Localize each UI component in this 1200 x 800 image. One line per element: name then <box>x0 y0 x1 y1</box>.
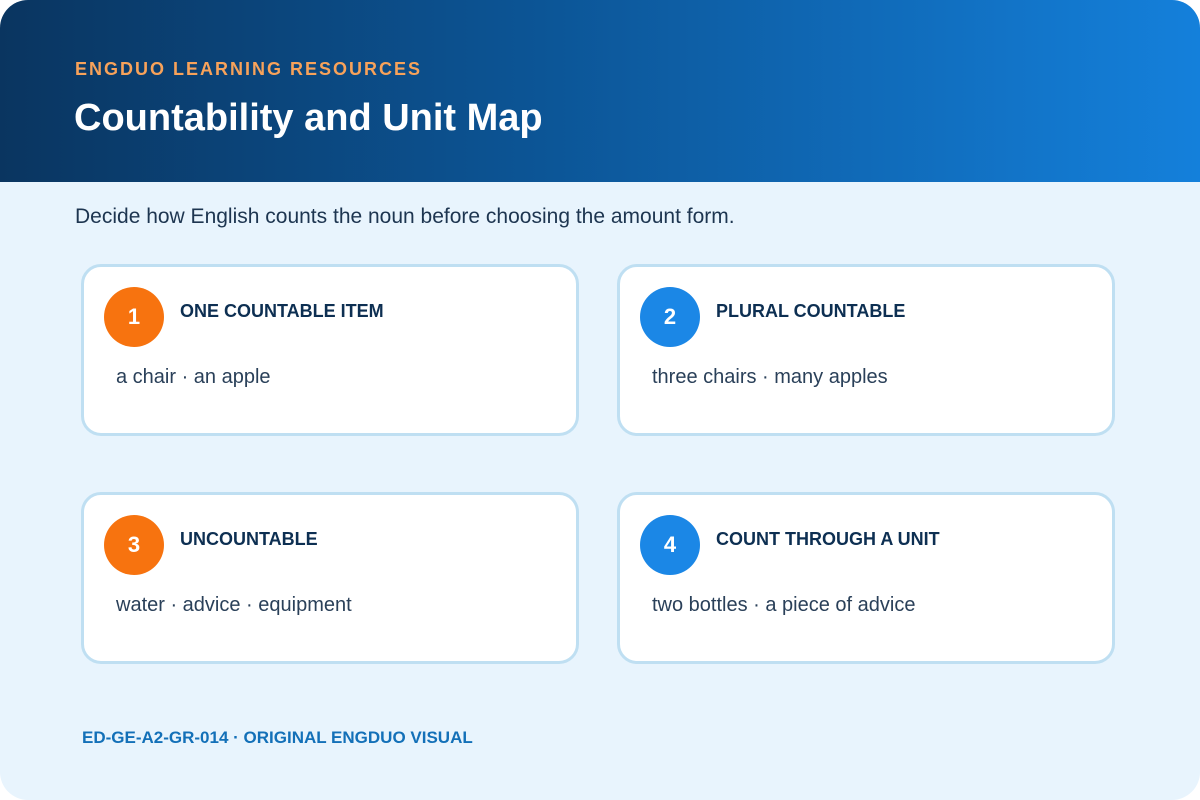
category-card-uncountable: 3 UNCOUNTABLE water · advice · equipment <box>81 492 579 664</box>
step-badge: 2 <box>640 287 700 347</box>
intro-text: Decide how English counts the noun befor… <box>75 205 735 228</box>
footer-code: ED-GE-A2-GR-014 · ORIGINAL ENGDUO VISUAL <box>82 728 473 747</box>
step-badge: 3 <box>104 515 164 575</box>
step-badge: 1 <box>104 287 164 347</box>
header-banner: ENGDUO LEARNING RESOURCES Countability a… <box>0 0 1200 182</box>
card-examples: a chair · an apple <box>116 366 271 388</box>
card-examples: water · advice · equipment <box>116 594 352 616</box>
resource-card: ENGDUO LEARNING RESOURCES Countability a… <box>0 0 1200 800</box>
page-title: Countability and Unit Map <box>74 97 543 139</box>
card-examples: two bottles · a piece of advice <box>652 594 916 616</box>
card-title: PLURAL COUNTABLE <box>716 301 906 321</box>
header-eyebrow: ENGDUO LEARNING RESOURCES <box>75 59 423 79</box>
category-card-one-countable: 1 ONE COUNTABLE ITEM a chair · an apple <box>81 264 579 436</box>
card-title: COUNT THROUGH A UNIT <box>716 529 940 549</box>
category-card-plural-countable: 2 PLURAL COUNTABLE three chairs · many a… <box>617 264 1115 436</box>
card-examples: three chairs · many apples <box>652 366 888 388</box>
card-title: UNCOUNTABLE <box>180 529 318 549</box>
card-title: ONE COUNTABLE ITEM <box>180 301 384 321</box>
step-badge: 4 <box>640 515 700 575</box>
category-card-unit-count: 4 COUNT THROUGH A UNIT two bottles · a p… <box>617 492 1115 664</box>
